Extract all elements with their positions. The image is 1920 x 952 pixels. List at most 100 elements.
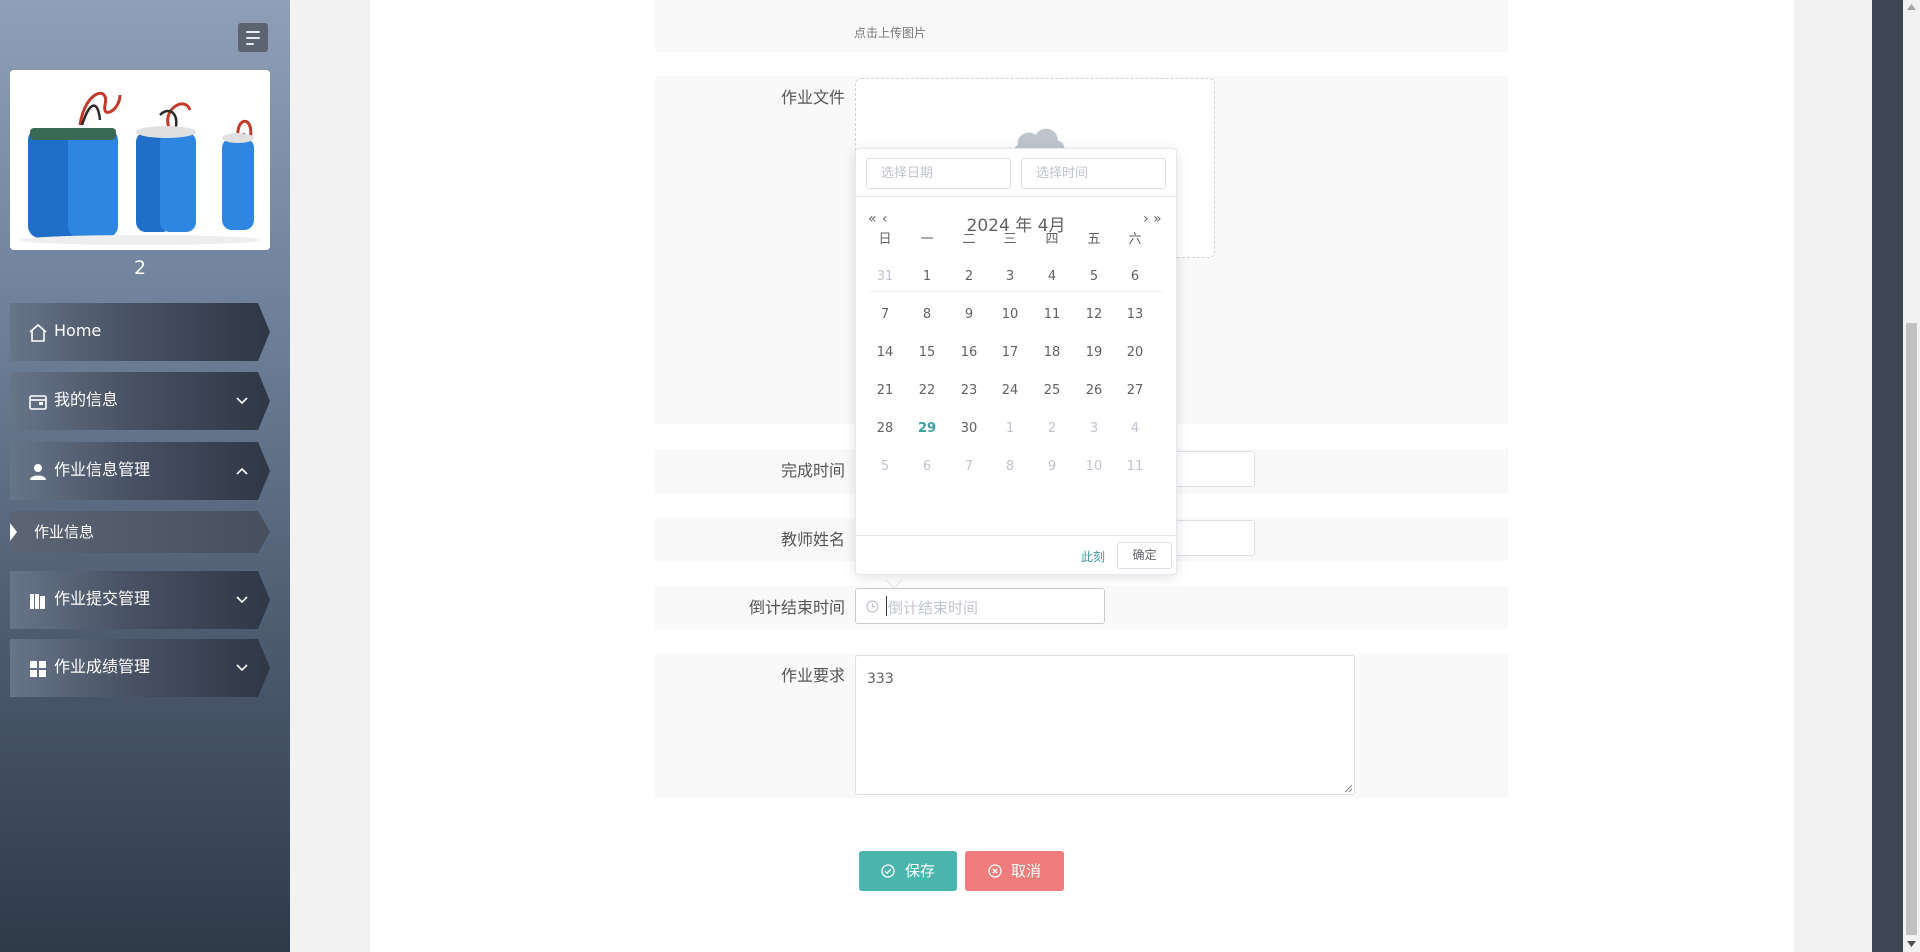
scroll-down-icon[interactable]	[1907, 941, 1916, 947]
chevron-down-icon	[236, 664, 248, 672]
next-year-button[interactable]: »	[1153, 211, 1162, 227]
scroll-up-icon[interactable]	[1907, 4, 1916, 10]
picker-time-input[interactable]: 选择时间	[1021, 158, 1166, 189]
user-icon	[30, 464, 46, 480]
deadline-label: 倒计结束时间	[748, 598, 845, 617]
calendar-day[interactable]: 2	[1031, 421, 1073, 437]
menu-item-homework-info[interactable]: 作业信息管理	[10, 442, 270, 500]
calendar-day[interactable]: 8	[906, 307, 948, 323]
file-label: 作业文件	[780, 88, 845, 107]
calendar-day[interactable]: 28	[864, 421, 906, 437]
scrollbar-thumb[interactable]	[1906, 323, 1917, 935]
next-month-button[interactable]: ›	[1143, 211, 1149, 227]
calendar-day[interactable]: 31	[864, 269, 906, 285]
wallet-icon	[29, 395, 47, 410]
menu-toggle-icon[interactable]	[238, 23, 268, 52]
check-circle-icon	[881, 864, 895, 878]
calendar-day[interactable]: 6	[1114, 269, 1156, 285]
calendar-day[interactable]: 30	[948, 421, 990, 437]
picker-time-placeholder: 选择时间	[1036, 166, 1089, 181]
teacher-label: 教师姓名	[780, 530, 845, 549]
menu-label-home: Home	[54, 321, 102, 340]
calendar-day[interactable]: 26	[1073, 383, 1115, 399]
upload-hint: 点击上传图片	[854, 26, 927, 40]
now-button[interactable]: 此刻	[1081, 548, 1105, 565]
complete-time-label: 完成时间	[780, 461, 845, 480]
grid-icon	[30, 661, 46, 677]
deadline-input[interactable]: 倒计结束时间	[855, 588, 1105, 624]
calendar-day[interactable]: 2	[948, 269, 990, 285]
form-row-image: 点击上传图片	[655, 0, 1508, 52]
calendar-day[interactable]: 18	[1031, 345, 1073, 361]
weekday-header: 四	[1045, 232, 1059, 247]
chevron-up-icon	[236, 467, 248, 475]
calendar-day[interactable]: 11	[1114, 459, 1156, 475]
calendar-day[interactable]: 4	[1031, 269, 1073, 285]
cancel-label: 取消	[1011, 862, 1042, 880]
requirement-label: 作业要求	[780, 666, 845, 685]
close-circle-icon	[988, 864, 1002, 878]
calendar-day[interactable]: 10	[1073, 459, 1115, 475]
calendar-day[interactable]: 16	[948, 345, 990, 361]
calendar-day[interactable]: 14	[864, 345, 906, 361]
calendar-day[interactable]: 7	[864, 307, 906, 323]
weekday-header: 五	[1087, 232, 1101, 247]
calendar-day[interactable]: 20	[1114, 345, 1156, 361]
calendar-day[interactable]: 3	[989, 269, 1031, 285]
calendar-day[interactable]: 23	[948, 383, 990, 399]
calendar-day[interactable]: 13	[1114, 307, 1156, 323]
weekday-header: 二	[962, 232, 976, 247]
home-icon	[29, 323, 47, 342]
calendar-day[interactable]: 5	[864, 459, 906, 475]
active-indicator	[10, 523, 17, 541]
weekday-header: 六	[1128, 232, 1142, 247]
menu-item-my-info[interactable]: 我的信息	[10, 372, 270, 430]
calendar-day[interactable]: 8	[989, 459, 1031, 475]
resize-handle-icon[interactable]	[1344, 784, 1353, 793]
calendar-day[interactable]: 15	[906, 345, 948, 361]
calendar-day[interactable]: 21	[864, 383, 906, 399]
requirement-value: 333	[867, 671, 894, 687]
calendar-day[interactable]: 5	[1073, 269, 1115, 285]
calendar-day[interactable]: 7	[948, 459, 990, 475]
weekday-header: 三	[1003, 232, 1017, 247]
cancel-button[interactable]: 取消	[965, 851, 1064, 891]
chevron-down-icon	[236, 397, 248, 405]
right-panel-edge	[1872, 0, 1903, 952]
calendar-day[interactable]: 12	[1073, 307, 1115, 323]
calendar-day[interactable]: 1	[989, 421, 1031, 437]
calendar-day[interactable]: 6	[906, 459, 948, 475]
calendar-day[interactable]: 24	[989, 383, 1031, 399]
form-row-requirement: 作业要求 333	[655, 654, 1508, 798]
menu-item-submission[interactable]: 作业提交管理	[10, 571, 270, 629]
requirement-textarea[interactable]: 333	[855, 655, 1355, 795]
calendar-day[interactable]: 11	[1031, 307, 1073, 323]
calendar-day[interactable]: 10	[989, 307, 1031, 323]
save-button[interactable]: 保存	[859, 851, 957, 891]
menu-item-grades[interactable]: 作业成绩管理	[10, 639, 270, 697]
form-row-deadline: 倒计结束时间 倒计结束时间	[655, 586, 1508, 629]
calendar-day[interactable]: 27	[1114, 383, 1156, 399]
calendar-day[interactable]: 17	[989, 345, 1031, 361]
sidebar: 2 Home 我的信息 作业信息管理 作业信息 作业提交管理 作业成绩管理	[0, 0, 290, 952]
calendar-day[interactable]: 25	[1031, 383, 1073, 399]
calendar-day[interactable]: 29	[906, 421, 948, 437]
clock-icon	[866, 600, 879, 613]
date-picker-panel: 选择日期 选择时间 « ‹ 2024 年 4月 › » 日一二三四五六 31 1 2 3…	[855, 148, 1177, 575]
submenu-label: 作业信息	[34, 523, 95, 541]
calendar-day[interactable]: 3	[1073, 421, 1115, 437]
sidebar-item-homework-info[interactable]: 作业信息	[10, 511, 270, 553]
menu-item-home[interactable]: Home	[10, 303, 270, 361]
menu-label-homework-info: 作业信息管理	[54, 460, 151, 479]
calendar-day[interactable]: 9	[948, 307, 990, 323]
calendar-day[interactable]: 4	[1114, 421, 1156, 437]
confirm-button[interactable]: 确定	[1117, 542, 1172, 569]
calendar-day[interactable]: 22	[906, 383, 948, 399]
calendar-day[interactable]: 19	[1073, 345, 1115, 361]
calendar-day[interactable]: 1	[906, 269, 948, 285]
calendar-day[interactable]: 9	[1031, 459, 1073, 475]
picker-date-input[interactable]: 选择日期	[866, 158, 1011, 189]
menu-label-grades: 作业成绩管理	[54, 657, 151, 676]
books-icon	[30, 594, 45, 609]
deadline-placeholder: 倒计结束时间	[888, 599, 979, 617]
